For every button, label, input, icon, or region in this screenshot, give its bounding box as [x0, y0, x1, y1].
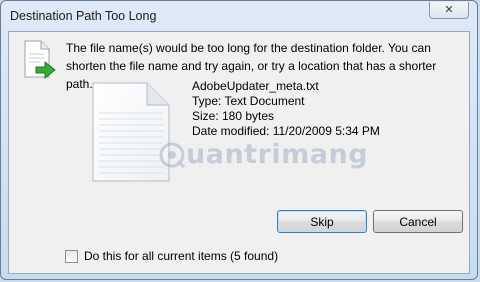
- file-name: AdobeUpdater_meta.txt: [192, 79, 319, 93]
- file-details: AdobeUpdater_meta.txt Type: Text Documen…: [192, 79, 380, 139]
- close-icon: ✕: [444, 3, 454, 16]
- watermark-logo-icon: [159, 142, 185, 168]
- dialog-window: Destination Path Too Long ✕ The file nam…: [0, 0, 478, 280]
- apply-to-all-label[interactable]: Do this for all current items (5 found): [84, 249, 278, 263]
- file-size: Size: 180 bytes: [192, 109, 275, 123]
- apply-to-all-option[interactable]: Do this for all current items (5 found): [65, 249, 278, 263]
- file-type: Type: Text Document: [192, 94, 305, 108]
- close-button[interactable]: ✕: [429, 2, 469, 19]
- file-move-arrow-icon: [24, 40, 56, 80]
- cancel-button-label: Cancel: [399, 214, 437, 229]
- watermark: uantrimang: [159, 139, 368, 170]
- skip-button-label: Skip: [310, 214, 334, 229]
- watermark-text: uantrimang: [186, 139, 369, 170]
- title-bar: Destination Path Too Long ✕: [1, 1, 477, 31]
- window-title: Destination Path Too Long: [10, 9, 157, 23]
- cancel-button[interactable]: Cancel: [373, 210, 463, 233]
- apply-to-all-checkbox[interactable]: [65, 249, 78, 263]
- file-date-modified: Date modified: 11/20/2009 5:34 PM: [192, 124, 380, 138]
- dialog-body: The file name(s) would be too long for t…: [8, 31, 470, 274]
- skip-button[interactable]: Skip: [277, 210, 367, 233]
